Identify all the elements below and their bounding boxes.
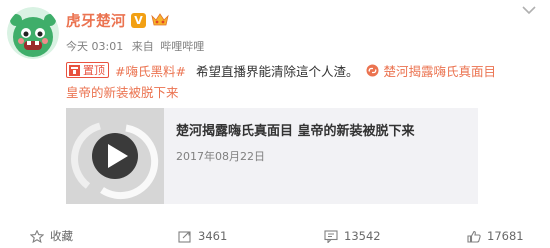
like-icon — [467, 230, 481, 243]
comment-count: 13542 — [344, 229, 381, 243]
weibo-post-card: 虎牙楚河 V 今天 03:01 来自 哔哩哔哩 置顶 #嗨氏黑料# 希望直播界能… — [0, 0, 550, 248]
chevron-down-icon[interactable] — [521, 4, 537, 16]
pinned-tag-label: 置顶 — [83, 64, 105, 77]
video-link-line1[interactable]: 楚河揭露嗨氏真面目 — [383, 61, 496, 80]
forward-button[interactable]: 3461 — [178, 229, 227, 243]
like-button[interactable]: 17681 — [467, 229, 524, 243]
video-title[interactable]: 楚河揭露嗨氏真面目 皇帝的新装被脱下来 — [176, 120, 415, 139]
video-link-line2[interactable]: 皇帝的新装被脱下来 — [66, 82, 179, 101]
comment-button[interactable]: 13542 — [324, 229, 381, 243]
link-icon — [366, 64, 379, 76]
source-prefix: 来自 — [131, 40, 154, 53]
video-date: 2017年08月22日 — [176, 150, 265, 163]
post-time[interactable]: 今天 03:01 — [66, 40, 123, 53]
favorite-button[interactable]: 收藏 — [30, 229, 73, 243]
play-icon[interactable] — [66, 108, 164, 204]
pinned-tag: 置顶 — [66, 62, 109, 78]
pin-icon — [69, 64, 80, 76]
favorite-icon — [30, 229, 44, 243]
avatar[interactable] — [7, 7, 59, 59]
video-thumbnail[interactable] — [66, 108, 164, 204]
username[interactable]: 虎牙楚河 — [66, 10, 126, 31]
post-text: 置顶 #嗨氏黑料# 希望直播界能清除這个人渣。 楚河揭露嗨氏真面目 — [66, 61, 496, 80]
vip-crown-icon[interactable] — [151, 13, 169, 27]
topic-hashtag[interactable]: #嗨氏黑料# — [115, 61, 186, 80]
comment-icon — [324, 229, 338, 243]
like-count: 17681 — [487, 229, 524, 243]
post-meta: 今天 03:01 来自 哔哩哔哩 — [66, 38, 209, 54]
verified-badge: V — [131, 12, 146, 28]
post-body-text: 希望直播界能清除這个人渣。 — [195, 63, 359, 79]
forward-icon — [178, 230, 191, 243]
video-card[interactable]: 楚河揭露嗨氏真面目 皇帝的新装被脱下来 2017年08月22日 — [66, 108, 478, 204]
user-header: 虎牙楚河 V — [66, 10, 169, 30]
favorite-label: 收藏 — [50, 229, 73, 243]
post-source[interactable]: 哔哩哔哩 — [160, 40, 204, 53]
forward-count: 3461 — [198, 229, 228, 243]
